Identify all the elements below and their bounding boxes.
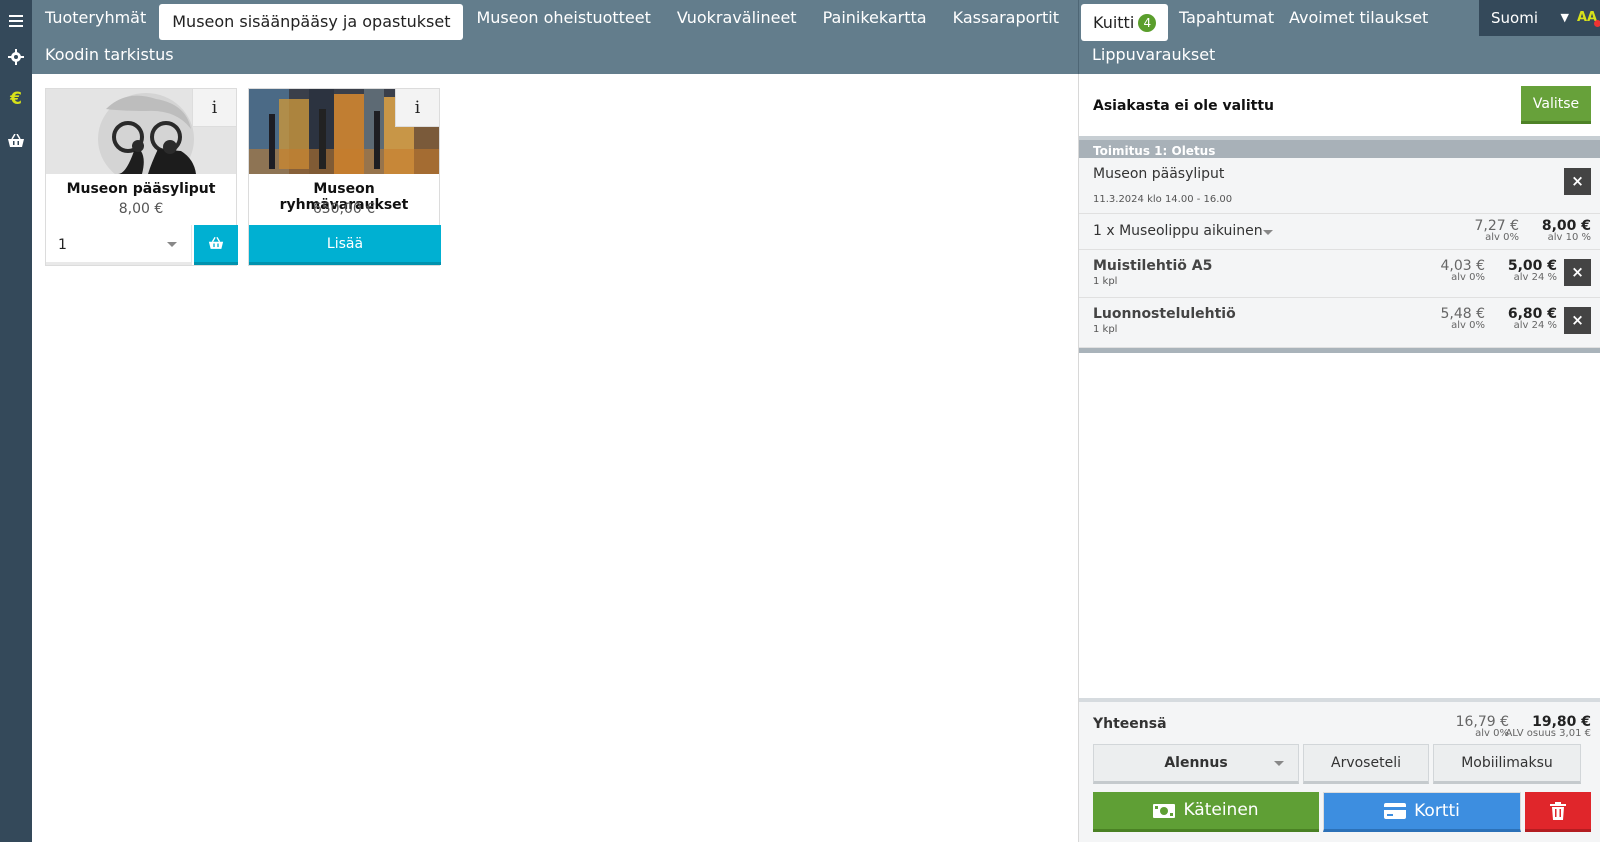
gear-icon [8, 49, 24, 65]
tab-open-orders[interactable]: Avoimet tilaukset [1289, 0, 1428, 36]
info-icon: i [414, 98, 421, 118]
select-customer-button[interactable]: Valitse [1521, 86, 1591, 124]
product-price: 8,00 € [118, 201, 164, 217]
line-net-amount: 5,48 € alv 0% [1440, 306, 1485, 331]
font-size-toggle[interactable]: AA [1577, 0, 1600, 36]
chevron-down-icon [1274, 761, 1284, 766]
receipt-label: Kuitti [1093, 13, 1135, 32]
total-vat-share: ALV osuus 3,01 € [1505, 728, 1591, 739]
cart-group: Museon pääsyliput 11.3.2024 klo 14.00 - … [1079, 158, 1600, 214]
settings-button[interactable] [0, 36, 32, 78]
product-card-admission[interactable]: i Museon pääsyliput 8,00 € 1 [45, 88, 238, 266]
tab-rental-equipment[interactable]: Vuokravälineet [664, 0, 810, 36]
tab-receipt[interactable]: Kuitti 4 [1081, 4, 1169, 41]
cart-line[interactable]: 1 x Museolippu aikuinen 7,27 € alv 0% 8,… [1079, 214, 1600, 250]
cash-label: Käteinen [1183, 800, 1259, 820]
language-label: Suomi [1491, 9, 1538, 27]
tab-events[interactable]: Tapahtumat [1179, 0, 1274, 36]
receipt-count-badge: 4 [1138, 14, 1157, 32]
close-icon: × [1571, 263, 1584, 281]
group-date: 11.3.2024 klo 14.00 - 16.00 [1093, 194, 1233, 205]
cash-icon [1153, 803, 1176, 818]
chevron-down-icon [167, 242, 177, 247]
basket-icon [8, 134, 24, 147]
product-card-group-bookings[interactable]: i Museon ryhmävaraukset 650,00 € Lisää [248, 88, 441, 266]
add-button[interactable]: Lisää [249, 225, 441, 265]
tab-museum-admission[interactable]: Museon sisäänpääsy ja opastukset [159, 4, 464, 40]
line-name: 1 x Museolippu aikuinen [1093, 223, 1263, 239]
gross-vat: alv 24 % [1513, 320, 1557, 331]
line-quantity: 1 kpl [1093, 276, 1118, 287]
gross-vat: alv 24 % [1513, 272, 1557, 283]
line-name: Muistilehtiö A5 [1093, 258, 1213, 274]
card-label: Kortti [1414, 800, 1460, 821]
quantity-value: 1 [58, 237, 67, 253]
line-net-amount: 4,03 € alv 0% [1440, 258, 1485, 283]
card-payment-button[interactable]: Kortti [1323, 792, 1521, 832]
notification-dot [1594, 20, 1600, 27]
right-top-nav: Kuitti 4 Tapahtumat Avoimet tilaukset Suo… [1078, 0, 1600, 74]
product-price: 650,00 € [312, 201, 376, 217]
close-icon: × [1571, 311, 1584, 329]
chevron-down-icon: ▼ [1560, 11, 1569, 24]
info-button[interactable]: i [395, 89, 439, 127]
basket-icon [208, 237, 224, 249]
line-gross-amount: 6,80 € alv 24 % [1508, 306, 1557, 331]
top-nav: Tuoteryhmät Museon sisäänpääsy ja opastu… [32, 0, 1078, 74]
tab-museum-merchandise[interactable]: Museon oheistuotteet [463, 0, 663, 36]
chevron-down-icon[interactable] [1263, 230, 1273, 235]
menu-icon [9, 15, 23, 27]
close-icon: × [1571, 172, 1584, 190]
line-gross-amount: 8,00 € alv 10 % [1542, 218, 1591, 243]
nav-tabs: Tuoteryhmät Museon sisäänpääsy ja opastu… [32, 0, 1072, 40]
euro-icon: € [10, 89, 22, 109]
total-gross: 19,80 € ALV osuus 3,01 € [1505, 714, 1591, 739]
add-to-basket-button[interactable] [194, 225, 238, 265]
total-label: Yhteensä [1093, 716, 1167, 732]
line-gross-amount: 5,00 € alv 24 % [1508, 258, 1557, 283]
info-icon: i [211, 98, 218, 118]
cart-line[interactable]: Muistilehtiö A5 1 kpl 4,03 € alv 0% 5,00… [1079, 250, 1600, 298]
line-quantity: 1 kpl [1093, 324, 1118, 335]
remove-group-button[interactable]: × [1564, 168, 1591, 195]
totals-section: Yhteensä 16,79 € alv 0% 19,80 € ALV osuu… [1079, 698, 1600, 842]
cart-panel: Asiakasta ei ole valittu Valitse Toimitu… [1078, 74, 1600, 842]
trash-icon [1550, 801, 1566, 820]
left-rail: € [0, 0, 32, 842]
product-name: Museon pääsyliput [66, 181, 216, 197]
discount-button[interactable]: Alennus [1093, 744, 1299, 784]
tab-cash-reports[interactable]: Kassaraportit [940, 0, 1072, 36]
group-name: Museon pääsyliput [1093, 166, 1225, 182]
line-net-amount: 7,27 € alv 0% [1474, 218, 1519, 243]
remove-line-button[interactable]: × [1564, 307, 1591, 334]
remove-line-button[interactable]: × [1564, 259, 1591, 286]
language-select[interactable]: Suomi ▼ [1479, 0, 1577, 36]
info-button[interactable]: i [192, 89, 236, 127]
delivery-header: Toimitus 1: Oletus [1079, 136, 1600, 158]
tab-ticket-reservations[interactable]: Lippuvaraukset [1092, 45, 1215, 64]
discount-label: Alennus [1164, 755, 1228, 771]
voucher-button[interactable]: Arvoseteli [1303, 744, 1429, 784]
total-net: 16,79 € alv 0% [1456, 714, 1509, 739]
basket-rail-button[interactable] [0, 120, 32, 162]
tab-product-groups[interactable]: Tuoteryhmät [32, 0, 159, 36]
line-name: Luonnostelulehtiö [1093, 306, 1236, 322]
clear-receipt-button[interactable] [1525, 792, 1591, 832]
tab-button-map[interactable]: Painikekartta [810, 0, 940, 36]
card-icon [1384, 803, 1407, 819]
cart-line[interactable]: Luonnostelulehtiö 1 kpl 5,48 € alv 0% 6,… [1079, 298, 1600, 348]
quantity-select[interactable]: 1 [46, 225, 192, 265]
sales-button[interactable]: € [0, 78, 32, 120]
gross-vat: alv 10 % [1547, 232, 1591, 243]
mobile-payment-button[interactable]: Mobiilimaksu [1433, 744, 1581, 784]
cash-payment-button[interactable]: Käteinen [1093, 792, 1319, 832]
customer-status: Asiakasta ei ole valittu [1093, 98, 1274, 114]
delivery-end-divider [1079, 348, 1600, 353]
tab-code-check[interactable]: Koodin tarkistus [45, 45, 174, 64]
